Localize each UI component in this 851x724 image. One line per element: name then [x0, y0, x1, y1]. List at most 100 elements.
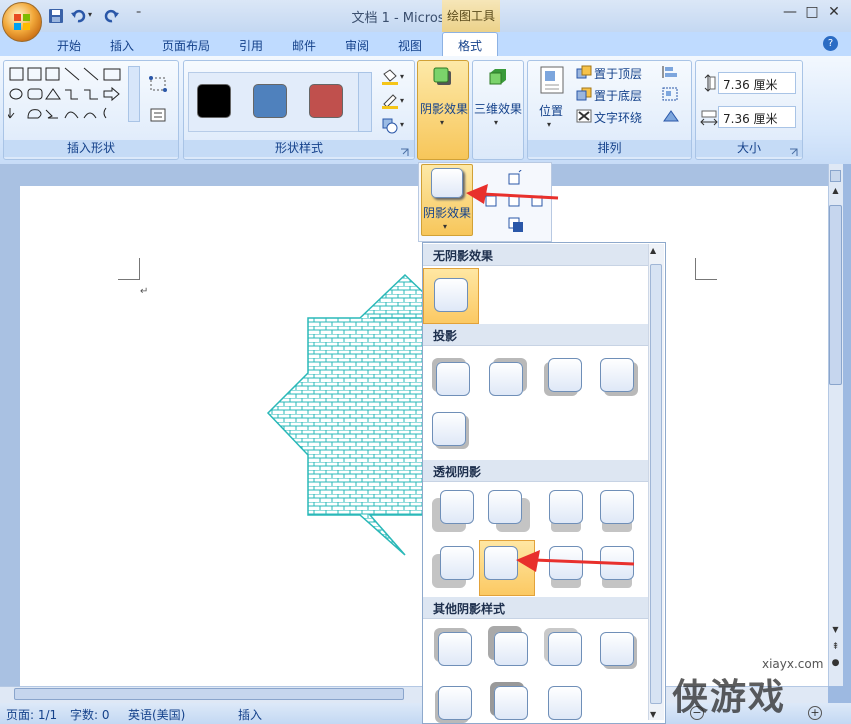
gallery-scroll-thumb[interactable]	[650, 264, 662, 704]
previous-page-icon[interactable]: ⇞	[829, 642, 842, 656]
effects-3d-label: 三维效果	[474, 102, 523, 116]
tab-home[interactable]: 开始	[57, 37, 81, 54]
ruler-toggle-icon[interactable]	[830, 170, 841, 182]
drop-shadow-option[interactable]	[432, 412, 466, 446]
other-shadow-option[interactable]	[494, 686, 528, 720]
style-gallery-scroll[interactable]	[358, 72, 372, 132]
dropdown-arrow-icon: ▾	[547, 120, 552, 129]
group-label: 大小	[696, 140, 802, 157]
shape-gallery[interactable]	[6, 66, 128, 126]
shadow-preview-icon	[431, 168, 463, 198]
group-label: 排列	[528, 140, 691, 157]
tab-review[interactable]: 审阅	[345, 37, 369, 54]
annotation-arrow-icon	[466, 184, 559, 204]
section-drop-shadow: 投影	[423, 324, 649, 346]
margin-corner-mark	[118, 258, 140, 280]
send-back-button[interactable]: 置于底层	[594, 87, 642, 104]
svg-text:▾: ▾	[400, 96, 404, 105]
tab-page-layout[interactable]: 页面布局	[162, 37, 210, 54]
context-tab-title: 绘图工具	[442, 0, 500, 32]
tab-references[interactable]: 引用	[239, 37, 263, 54]
height-icon	[700, 74, 716, 92]
other-shadow-option[interactable]	[548, 686, 582, 720]
perspective-shadow-option[interactable]	[549, 490, 583, 524]
close-button[interactable]: ✕	[820, 4, 848, 24]
other-shadow-option[interactable]	[438, 686, 472, 720]
style-swatch-red[interactable]	[309, 84, 343, 118]
status-insert-mode[interactable]: 插入	[238, 706, 262, 723]
height-input[interactable]: 7.36 厘米	[718, 72, 796, 94]
window-title: 文档 1 - Microsoft Word	[351, 11, 500, 26]
section-other-shadow-styles: 其他阴影样式	[423, 597, 649, 619]
width-icon	[700, 110, 718, 126]
shadow-effects-label: 阴影效果	[420, 102, 469, 116]
width-input[interactable]: 7.36 厘米	[718, 106, 796, 128]
horizontal-scroll-thumb[interactable]	[14, 688, 404, 700]
text-wrap-icon	[576, 109, 592, 123]
shape-outline-icon[interactable]: ▾	[380, 92, 408, 110]
text-box-icon[interactable]	[150, 108, 166, 122]
office-button[interactable]	[2, 2, 42, 42]
perspective-shadow-option[interactable]	[488, 490, 522, 524]
change-shape-icon[interactable]: ▾	[380, 116, 408, 134]
gallery-scroll-down-icon[interactable]: ▼	[650, 710, 656, 719]
perspective-shadow-option[interactable]	[600, 490, 634, 524]
other-shadow-option[interactable]	[600, 632, 634, 666]
dropdown-arrow-icon: ▾	[443, 222, 448, 231]
align-icon[interactable]	[661, 65, 685, 79]
tab-view[interactable]: 视图	[398, 37, 422, 54]
dialog-launcher-icon[interactable]	[400, 146, 409, 156]
shape-fill-icon[interactable]: ▾	[380, 68, 408, 86]
shape-gallery-scroll[interactable]	[128, 66, 140, 122]
svg-text:▾: ▾	[400, 120, 404, 129]
drop-shadow-option[interactable]	[489, 362, 523, 396]
position-icon[interactable]	[540, 66, 564, 94]
perspective-shadow-option[interactable]	[440, 490, 474, 524]
send-back-icon	[576, 87, 592, 101]
style-swatch-black[interactable]	[197, 84, 231, 118]
help-icon[interactable]: ?	[823, 36, 838, 51]
bring-front-icon	[576, 65, 592, 79]
rotate-icon[interactable]	[661, 109, 685, 123]
other-shadow-option[interactable]	[548, 632, 582, 666]
scroll-down-icon[interactable]: ▼	[829, 625, 842, 639]
status-page[interactable]: 页面: 1/1	[6, 706, 57, 723]
drop-shadow-option[interactable]	[548, 358, 582, 392]
dropdown-arrow-icon: ▾	[494, 118, 499, 127]
svg-text:▾: ▾	[400, 72, 404, 81]
margin-corner-mark	[695, 258, 717, 280]
other-shadow-option[interactable]	[438, 632, 472, 666]
other-shadow-option[interactable]	[494, 632, 528, 666]
edit-shape-icon[interactable]	[148, 74, 170, 94]
group-objects-icon[interactable]	[661, 87, 685, 101]
shapes-icon	[6, 67, 121, 119]
dialog-launcher-icon[interactable]	[789, 146, 798, 156]
annotation-arrow-icon	[516, 550, 635, 572]
star-shape[interactable]	[260, 270, 430, 560]
no-shadow-tile	[434, 278, 468, 312]
status-language[interactable]: 英语(美国)	[128, 706, 185, 723]
style-swatch-blue[interactable]	[253, 84, 287, 118]
scroll-up-icon[interactable]: ▲	[829, 186, 842, 200]
paragraph-mark: ↵	[140, 286, 149, 297]
section-no-shadow: 无阴影效果	[423, 244, 649, 266]
tab-insert[interactable]: 插入	[110, 37, 134, 54]
bring-front-button[interactable]: 置于顶层	[594, 65, 642, 82]
shadow-effect-icon	[432, 66, 454, 88]
effects-3d-icon	[487, 66, 509, 88]
vertical-scroll-thumb[interactable]	[829, 205, 842, 385]
status-words[interactable]: 字数: 0	[70, 706, 110, 723]
perspective-shadow-option[interactable]	[440, 546, 474, 580]
section-perspective-shadow: 透视阴影	[423, 460, 649, 482]
dropdown-arrow-icon: ▾	[440, 118, 445, 127]
watermark-brand: 侠游戏	[672, 677, 787, 718]
office-logo-icon	[14, 14, 30, 30]
drop-shadow-option[interactable]	[436, 362, 470, 396]
tab-format[interactable]: 格式	[442, 32, 498, 58]
drop-shadow-option[interactable]	[600, 358, 634, 392]
tab-mailings[interactable]: 邮件	[292, 37, 316, 54]
position-label: 位置	[539, 104, 564, 118]
text-wrap-button[interactable]: 文字环绕	[594, 109, 642, 126]
gallery-scroll-up-icon[interactable]: ▲	[650, 246, 656, 255]
group-label: 形状样式	[184, 140, 414, 157]
